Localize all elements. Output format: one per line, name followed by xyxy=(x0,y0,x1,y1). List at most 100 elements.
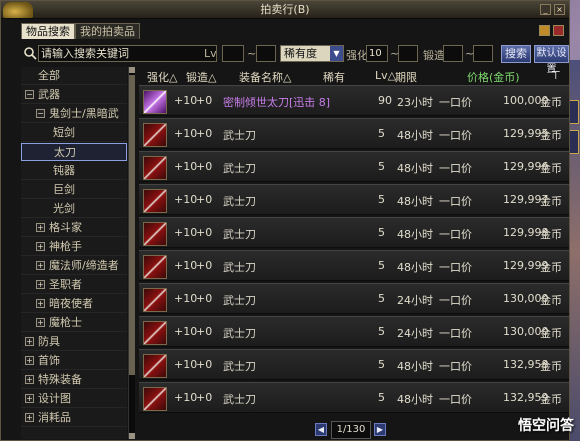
sidebar-item[interactable]: 全部 xyxy=(21,67,127,85)
cell-refine: +0 xyxy=(196,94,213,107)
col-lv[interactable]: Lv△ xyxy=(375,69,396,82)
sort-icon[interactable]: ⊤ xyxy=(551,69,561,82)
close-icon[interactable]: × xyxy=(554,4,565,15)
search-input[interactable]: 请输入搜索关键词 xyxy=(38,45,217,62)
scroll-up-icon[interactable] xyxy=(129,67,135,73)
expand-icon[interactable]: + xyxy=(36,299,45,308)
cell-refine: +0 xyxy=(196,193,213,206)
sword-icon[interactable] xyxy=(143,255,167,279)
scroll-down-icon[interactable] xyxy=(129,433,135,439)
sidebar-item[interactable]: + 特殊装备 xyxy=(21,371,127,389)
sword-icon[interactable] xyxy=(143,90,167,114)
watermark: 悟空问答 xyxy=(518,418,574,434)
expand-icon[interactable]: + xyxy=(25,337,34,346)
table-row[interactable]: +10 +0 武士刀 5 24小时 一口价 130,000 金币 xyxy=(139,283,569,314)
sidebar-item[interactable]: + 消耗品 xyxy=(21,409,127,427)
table-row[interactable]: +10 +0 武士刀 5 48小时 一口价 132,959 金币 xyxy=(139,382,569,413)
sidebar-item-label: 太刀 xyxy=(54,146,76,159)
table-row[interactable]: +10 +0 武士刀 5 48小时 一口价 129,998 金币 xyxy=(139,217,569,248)
rarity-select[interactable]: 稀有度 ▼ xyxy=(280,45,344,62)
refine-min-input[interactable] xyxy=(443,45,463,62)
col-rarity[interactable]: 稀有 xyxy=(323,69,345,85)
search-button[interactable]: 搜索 xyxy=(501,45,531,63)
sword-icon[interactable] xyxy=(143,321,167,345)
sword-icon[interactable] xyxy=(143,387,167,411)
col-time[interactable]: 期限 xyxy=(395,69,417,85)
expand-icon[interactable]: + xyxy=(25,394,34,403)
sword-icon[interactable] xyxy=(143,222,167,246)
sidebar-scrollbar[interactable] xyxy=(128,67,135,439)
sidebar-item[interactable]: 巨剑 xyxy=(21,181,127,199)
minimize-icon[interactable]: _ xyxy=(540,4,551,15)
tab-my-auctions[interactable]: 我的拍卖品 xyxy=(75,23,140,39)
sword-icon[interactable] xyxy=(143,288,167,312)
refine-max-input[interactable] xyxy=(473,45,493,62)
sword-icon[interactable] xyxy=(143,156,167,180)
sidebar-item[interactable]: 太刀 xyxy=(21,143,127,161)
sidebar-item[interactable]: + 防具 xyxy=(21,333,127,351)
sidebar-item[interactable]: + 首饰 xyxy=(21,352,127,370)
table-row[interactable]: +10 +0 武士刀 5 24小时 一口价 130,000 金币 xyxy=(139,316,569,347)
enhance-max-input[interactable] xyxy=(398,45,418,62)
table-row[interactable]: +10 +0 密制倾世太刀[迅击 8] 90 23小时 一口价 100,000 金币 xyxy=(139,85,569,116)
table-row[interactable]: +10 +0 武士刀 5 48小时 一口价 129,995 金币 xyxy=(139,118,569,149)
sidebar-item[interactable]: + 神枪手 xyxy=(21,238,127,256)
cell-refine: +0 xyxy=(196,391,213,404)
cell-name: 武士刀 xyxy=(223,228,256,241)
next-page-icon[interactable]: ▶ xyxy=(374,423,386,436)
sidebar-item-label: 格斗家 xyxy=(49,221,82,234)
expand-icon[interactable]: + xyxy=(36,223,45,232)
sidebar-item-label: 特殊装备 xyxy=(38,373,82,386)
lv-separator: ~ xyxy=(247,47,257,60)
sword-icon[interactable] xyxy=(143,189,167,213)
expand-icon[interactable]: + xyxy=(36,242,45,251)
sidebar-item[interactable]: − 鬼剑士/黑暗武 xyxy=(21,105,127,123)
col-refine[interactable]: 锻造△ xyxy=(186,69,216,85)
expand-icon[interactable]: + xyxy=(36,280,45,289)
sword-icon[interactable] xyxy=(143,354,167,378)
sidebar-item[interactable]: + 魔法师/缔造者 xyxy=(21,257,127,275)
table-row[interactable]: +10 +0 武士刀 5 48小时 一口价 129,997 金币 xyxy=(139,184,569,215)
tab-item-search[interactable]: 物品搜索 xyxy=(21,23,75,39)
sidebar-item[interactable]: + 暗夜使者 xyxy=(21,295,127,313)
chevron-down-icon[interactable]: ▼ xyxy=(330,46,343,61)
col-enhance[interactable]: 强化△ xyxy=(147,69,177,85)
expand-icon[interactable]: + xyxy=(36,261,45,270)
title-bar[interactable]: 拍卖行(B) _ × xyxy=(1,1,569,19)
sidebar-item[interactable]: 钝器 xyxy=(21,162,127,180)
prev-page-icon[interactable]: ◀ xyxy=(315,423,327,436)
cell-enhance: +10 xyxy=(174,160,198,173)
top-right-icons xyxy=(539,25,564,36)
cell-name: 武士刀 xyxy=(223,162,256,175)
expand-icon[interactable]: + xyxy=(25,375,34,384)
cell-refine: +0 xyxy=(196,325,213,338)
sidebar-item-label: 魔枪士 xyxy=(49,316,82,329)
sidebar-item[interactable]: 光剑 xyxy=(21,200,127,218)
default-settings-button[interactable]: 默认设置 xyxy=(534,45,569,75)
gold-icon[interactable] xyxy=(539,25,550,36)
expand-icon[interactable]: + xyxy=(25,413,34,422)
cell-bid-type: 一口价 xyxy=(439,327,472,340)
col-name[interactable]: 装备名称△ xyxy=(239,69,291,85)
lv-min-input[interactable] xyxy=(222,45,244,62)
lv-max-input[interactable] xyxy=(256,45,276,62)
sidebar-item[interactable]: − 武器 xyxy=(21,86,127,104)
close-red-icon[interactable] xyxy=(553,25,564,36)
collapse-icon[interactable]: − xyxy=(25,90,34,99)
expand-icon[interactable]: + xyxy=(25,356,34,365)
table-row[interactable]: +10 +0 武士刀 5 48小时 一口价 132,958 金币 xyxy=(139,349,569,380)
sword-icon[interactable] xyxy=(143,123,167,147)
sidebar-item[interactable]: + 设计图 xyxy=(21,390,127,408)
expand-icon[interactable]: + xyxy=(36,318,45,327)
sidebar-item[interactable]: + 圣职者 xyxy=(21,276,127,294)
collapse-icon[interactable]: − xyxy=(36,109,45,118)
table-row[interactable]: +10 +0 武士刀 5 48小时 一口价 129,999 金币 xyxy=(139,250,569,281)
scroll-thumb[interactable] xyxy=(129,75,135,375)
table-row[interactable]: +10 +0 武士刀 5 48小时 一口价 129,996 金币 xyxy=(139,151,569,182)
col-price[interactable]: 价格(金币) xyxy=(467,69,520,85)
enhance-min-input[interactable]: 10 xyxy=(366,45,388,62)
sidebar-item[interactable]: + 魔枪士 xyxy=(21,314,127,332)
sidebar-item[interactable]: 短剑 xyxy=(21,124,127,142)
sidebar-item[interactable]: + 格斗家 xyxy=(21,219,127,237)
sidebar-item-label: 钝器 xyxy=(53,164,75,177)
